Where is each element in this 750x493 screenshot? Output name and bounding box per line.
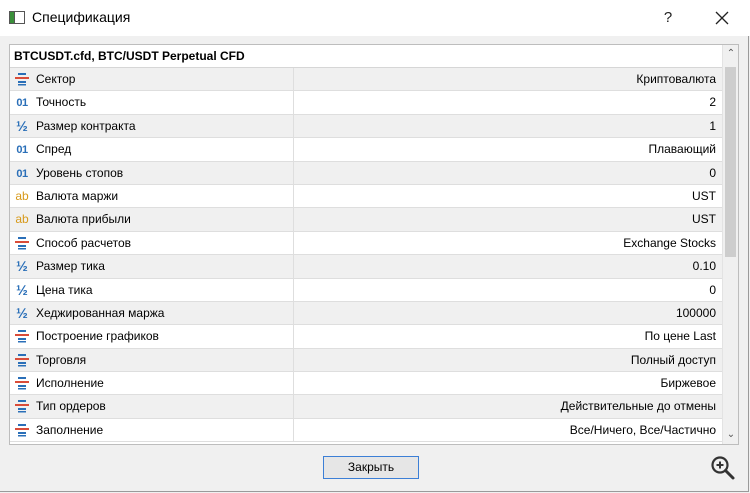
property-value: Плавающий [648,142,717,157]
property-name: Цена тика [36,282,93,297]
table-row[interactable]: 01 Уровень стопов 0 [10,161,722,185]
column-divider [293,231,294,255]
property-name: Сектор [36,72,76,86]
table-row[interactable]: Тип ордеров Действительные до отмены [10,395,722,419]
property-name: Валюта маржи [36,188,119,203]
column-divider [293,418,294,442]
list-icon [13,423,31,438]
number-icon: 01 [16,97,28,110]
scroll-up-icon[interactable]: ⌃ [723,47,738,61]
table-row[interactable]: Способ расчетов Exchange Stocks [10,231,722,256]
table-row[interactable]: 01 Спред Плавающий [10,138,722,162]
property-value: 0.10 [692,259,716,274]
table-row[interactable]: ½ Цена тика 0 [10,278,722,302]
fraction-icon: ½ [16,281,28,298]
window-title: Спецификация [32,9,131,25]
list-icon [13,236,31,251]
list-icon [13,376,31,391]
scroll-thumb[interactable] [725,67,736,257]
table-row[interactable]: ½ Размер контракта 1 [10,114,722,139]
property-name: Торговля [36,352,87,367]
property-value: 2 [709,95,716,110]
property-name: Валюта прибыли [36,212,131,227]
list-icon [13,72,31,87]
property-value: Действительные до отмены [560,399,716,414]
property-value: Криптовалюта [636,72,716,86]
scroll-down-icon[interactable]: ⌄ [723,428,738,442]
list-icon [13,399,31,414]
property-value: UST [692,188,716,203]
table-row[interactable]: Заполнение Все/Ничего, Все/Частично [10,418,722,443]
fraction-icon: ½ [16,258,28,275]
table-row[interactable]: Сектор Криптовалюта [10,68,722,92]
property-name: Размер тика [36,259,105,274]
column-divider [293,161,294,184]
property-name: Размер контракта [36,118,136,133]
vertical-scrollbar[interactable]: ⌃ ⌄ [722,45,738,444]
close-icon [715,11,729,25]
property-name: Хеджированная маржа [36,305,165,320]
fraction-icon: ½ [16,117,28,134]
column-divider [293,301,294,325]
column-divider [293,114,294,138]
text-icon: ab [15,188,29,203]
column-divider [293,348,294,372]
number-icon: 01 [16,144,28,157]
property-value: По цене Last [644,329,716,344]
property-value: 0 [709,165,716,180]
column-divider [293,138,294,161]
fraction-icon: ½ [16,304,28,321]
property-name: Построение графиков [36,329,159,344]
column-divider [293,68,294,91]
table-row[interactable]: ½ Хеджированная маржа 100000 [10,301,722,326]
property-name: Заполнение [36,422,104,437]
symbol-header: BTCUSDT.cfd, BTC/USDT Perpetual CFD [10,45,722,68]
title-bar: Спецификация ? [0,0,750,36]
column-divider [293,278,294,301]
property-name: Спред [36,142,72,157]
help-button[interactable]: ? [650,6,686,30]
table-row[interactable]: 01 Точность 2 [10,91,722,115]
property-name: Уровень стопов [36,165,124,180]
text-icon: ab [15,212,29,227]
property-value: Полный доступ [630,352,716,367]
property-value: 1 [709,118,716,133]
app-window-icon [9,11,25,24]
property-value: 100000 [675,305,716,320]
property-name: Точность [36,95,87,110]
specification-table: BTCUSDT.cfd, BTC/USDT Perpetual CFD Сект… [9,44,739,445]
property-value: Все/Ничего, Все/Частично [569,422,716,437]
specification-dialog: Спецификация ? BTCUSDT.cfd, BTC/USDT Per… [0,0,750,492]
table-row[interactable]: Построение графиков По цене Last [10,325,722,349]
property-value: 0 [709,282,716,297]
table-row[interactable]: ab Валюта прибыли UST [10,208,722,232]
table-row[interactable]: Исполнение Биржевое [10,372,722,396]
property-name: Тип ордеров [36,399,106,414]
specification-rows: Сектор Криптовалюта 01 Точность 2 ½ Размер кон… [10,68,722,443]
column-divider [293,255,294,278]
list-icon [13,329,31,344]
property-value: UST [692,212,716,227]
list-icon [13,353,31,368]
property-value: Exchange Stocks [623,235,716,250]
number-icon: 01 [16,167,28,180]
close-button[interactable]: Закрыть [323,456,419,479]
close-window-button[interactable] [704,6,740,30]
column-divider [293,208,294,231]
column-divider [293,184,294,208]
property-name: Исполнение [36,376,104,391]
column-divider [293,372,294,395]
table-row[interactable]: ½ Размер тика 0.10 [10,255,722,279]
property-value: Биржевое [660,376,716,391]
column-divider [293,395,294,418]
column-divider [293,91,294,114]
property-name: Способ расчетов [36,235,132,250]
column-divider [293,325,294,348]
table-row[interactable]: Торговля Полный доступ [10,348,722,373]
zoom-in-icon[interactable] [709,454,737,482]
table-row[interactable]: ab Валюта маржи UST [10,184,722,209]
